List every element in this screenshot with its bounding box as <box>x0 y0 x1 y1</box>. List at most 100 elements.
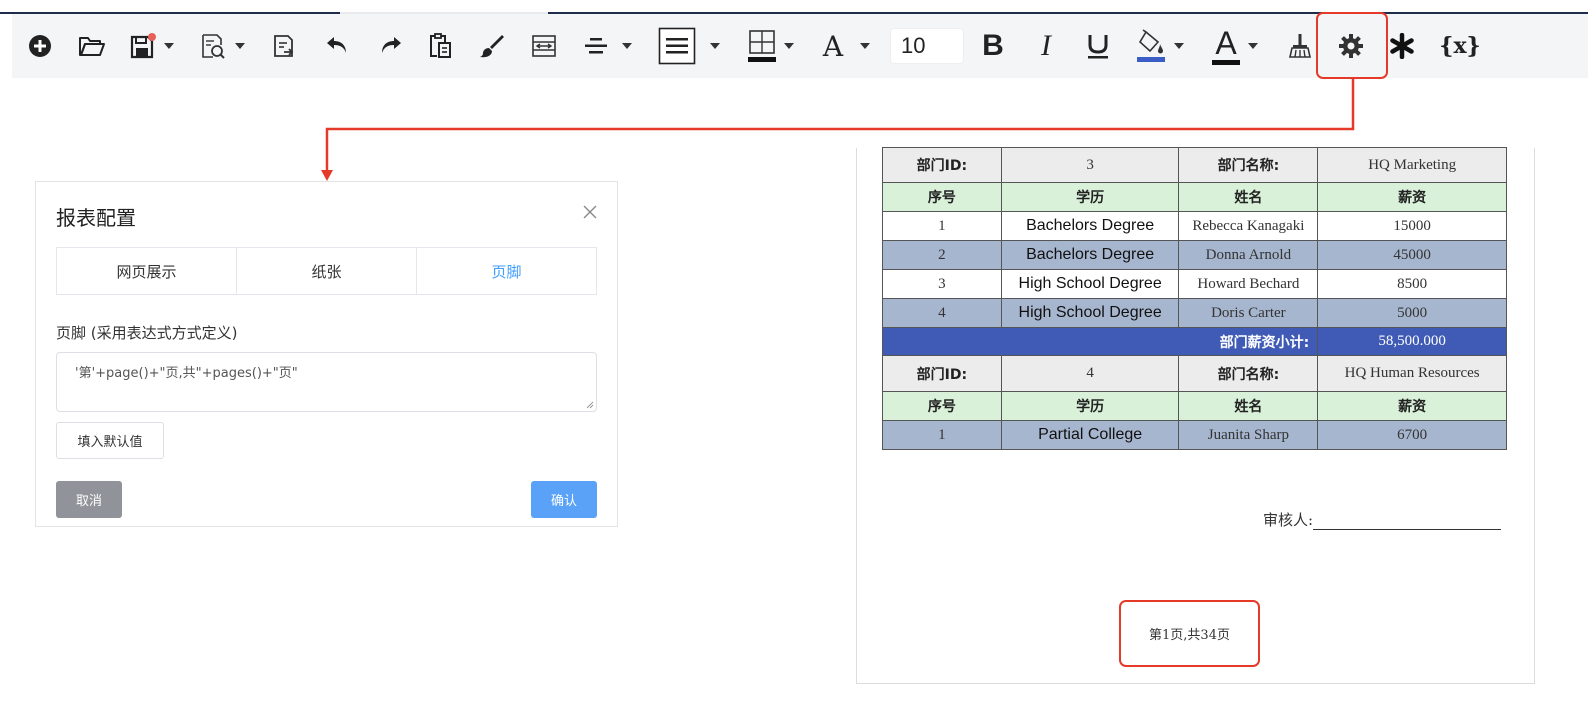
subtotal-label: 部门薪资小计: <box>881 327 1319 356</box>
add-icon[interactable] <box>26 24 54 68</box>
italic-icon[interactable]: I <box>1032 24 1060 68</box>
line-style-dropdown-icon[interactable] <box>708 24 722 68</box>
undo-icon[interactable] <box>324 24 352 68</box>
align-dropdown-icon[interactable] <box>620 24 634 68</box>
row-no: 1 <box>882 420 1002 450</box>
resize-handle-icon[interactable] <box>586 401 594 409</box>
row-name: Doris Carter <box>1178 298 1319 328</box>
col-header: 序号 <box>882 391 1002 421</box>
row-salary: 15000 <box>1317 211 1507 241</box>
row-no: 4 <box>882 298 1002 328</box>
row-name: Juanita Sharp <box>1178 420 1319 450</box>
font-size-input[interactable]: 10 <box>890 28 964 64</box>
row-no: 3 <box>882 269 1002 299</box>
page-footer-text: 第1页,共34页 <box>1149 628 1230 643</box>
save-icon[interactable] <box>128 24 158 68</box>
column-header-row: 序号 学历 姓名 薪资 <box>882 391 1507 421</box>
dept-header-row: 部门ID: 4 部门名称: HQ Human Resources <box>882 355 1507 392</box>
row-no: 1 <box>882 211 1002 241</box>
open-folder-icon[interactable] <box>76 24 108 68</box>
border-dropdown-icon[interactable] <box>782 24 796 68</box>
border-icon[interactable] <box>747 24 777 68</box>
dept-id-label: 部门ID: <box>882 147 1002 183</box>
row-salary: 6700 <box>1317 420 1507 450</box>
preview-icon[interactable] <box>198 24 228 68</box>
merge-cells-icon[interactable] <box>530 24 558 68</box>
tab-footer[interactable]: 页脚 <box>417 248 596 294</box>
row-name: Rebecca Kanagaki <box>1178 211 1319 241</box>
asterisk-icon[interactable] <box>1388 24 1416 68</box>
variable-icon[interactable]: {x} <box>1439 24 1480 68</box>
row-education: Partial College <box>1000 420 1180 450</box>
table-row: 4 High School Degree Doris Carter 5000 <box>882 298 1507 328</box>
dept-id-value: 4 <box>1000 355 1180 392</box>
row-name: Howard Bechard <box>1178 269 1319 299</box>
dept-name-value: HQ Marketing <box>1317 147 1507 183</box>
row-education: High School Degree <box>1000 298 1180 328</box>
confirm-button[interactable]: 确认 <box>531 481 597 518</box>
bold-icon[interactable]: B <box>978 24 1008 68</box>
cancel-button[interactable]: 取消 <box>56 481 122 518</box>
tab-paper[interactable]: 纸张 <box>237 248 417 294</box>
report-table: 部门ID: 3 部门名称: HQ Marketing 序号 学历 姓名 薪资 1… <box>881 147 1507 450</box>
auditor-label: 审核人: <box>1263 511 1314 529</box>
col-header: 姓名 <box>1178 391 1319 421</box>
underline-icon[interactable] <box>1084 24 1112 68</box>
col-header: 薪资 <box>1317 391 1507 421</box>
fill-default-button[interactable]: 填入默认值 <box>56 422 164 459</box>
column-header-row: 序号 学历 姓名 薪资 <box>882 182 1507 212</box>
report-preview: 部门ID: 3 部门名称: HQ Marketing 序号 学历 姓名 薪资 1… <box>856 147 1535 684</box>
fill-color-dropdown-icon[interactable] <box>1172 24 1186 68</box>
dept-name-label: 部门名称: <box>1178 147 1319 183</box>
dept-name-label: 部门名称: <box>1178 355 1319 392</box>
close-icon[interactable] <box>580 202 600 222</box>
dialog-title: 报表配置 <box>56 206 136 230</box>
footer-expression-input[interactable]: '第'+page()+"页,共"+pages()+"页" <box>56 352 597 412</box>
subtotal-value: 58,500.000 <box>1317 327 1507 356</box>
import-icon[interactable] <box>270 24 298 68</box>
preview-dropdown-icon[interactable] <box>233 24 247 68</box>
redo-icon[interactable] <box>376 24 404 68</box>
table-row: 1 Partial College Juanita Sharp 6700 <box>882 420 1507 450</box>
toolbar: A 10 B I A {x} <box>12 12 1588 79</box>
col-header: 学历 <box>1000 182 1180 212</box>
align-icon[interactable] <box>582 24 610 68</box>
auditor-field: 审核人: <box>1263 508 1502 530</box>
footer-field-label: 页脚 (采用表达式方式定义) <box>56 324 238 342</box>
dept-id-label: 部门ID: <box>882 355 1002 392</box>
paste-icon[interactable] <box>426 24 454 68</box>
font-color-icon[interactable]: A <box>1210 24 1242 68</box>
dept-id-value: 3 <box>1000 147 1180 183</box>
row-education: High School Degree <box>1000 269 1180 299</box>
font-color-dropdown-icon[interactable] <box>1246 24 1260 68</box>
table-row: 2 Bachelors Degree Donna Arnold 45000 <box>882 240 1507 270</box>
save-dropdown-icon[interactable] <box>162 24 176 68</box>
dept-header-row: 部门ID: 3 部门名称: HQ Marketing <box>882 147 1507 183</box>
table-row: 1 Bachelors Degree Rebecca Kanagaki 1500… <box>882 211 1507 241</box>
col-header: 序号 <box>882 182 1002 212</box>
tab-web-display[interactable]: 网页展示 <box>57 248 237 294</box>
table-row: 3 High School Degree Howard Bechard 8500 <box>882 269 1507 299</box>
footer-expression-text: '第'+page()+"页,共"+pages()+"页" <box>75 366 298 381</box>
fill-color-icon[interactable] <box>1136 24 1166 68</box>
config-tabs: 网页展示 纸张 页脚 <box>56 247 597 295</box>
row-name: Donna Arnold <box>1178 240 1319 270</box>
col-header: 学历 <box>1000 391 1180 421</box>
clear-format-icon[interactable] <box>1286 24 1314 68</box>
row-education: Bachelors Degree <box>1000 211 1180 241</box>
col-header: 薪资 <box>1317 182 1507 212</box>
row-salary: 45000 <box>1317 240 1507 270</box>
settings-highlight <box>1316 12 1388 79</box>
font-icon[interactable]: A <box>818 24 848 68</box>
col-header: 姓名 <box>1178 182 1319 212</box>
auditor-signature-line <box>1313 508 1502 530</box>
dept-name-value: HQ Human Resources <box>1317 355 1507 392</box>
row-salary: 5000 <box>1317 298 1507 328</box>
report-config-dialog: 报表配置 网页展示 纸张 页脚 页脚 (采用表达式方式定义) '第'+page(… <box>35 181 618 527</box>
row-salary: 8500 <box>1317 269 1507 299</box>
page-footer: 第1页,共34页 <box>1119 600 1260 667</box>
row-education: Bachelors Degree <box>1000 240 1180 270</box>
font-dropdown-icon[interactable] <box>858 24 872 68</box>
line-style-icon[interactable] <box>658 24 696 68</box>
format-brush-icon[interactable] <box>478 24 506 68</box>
